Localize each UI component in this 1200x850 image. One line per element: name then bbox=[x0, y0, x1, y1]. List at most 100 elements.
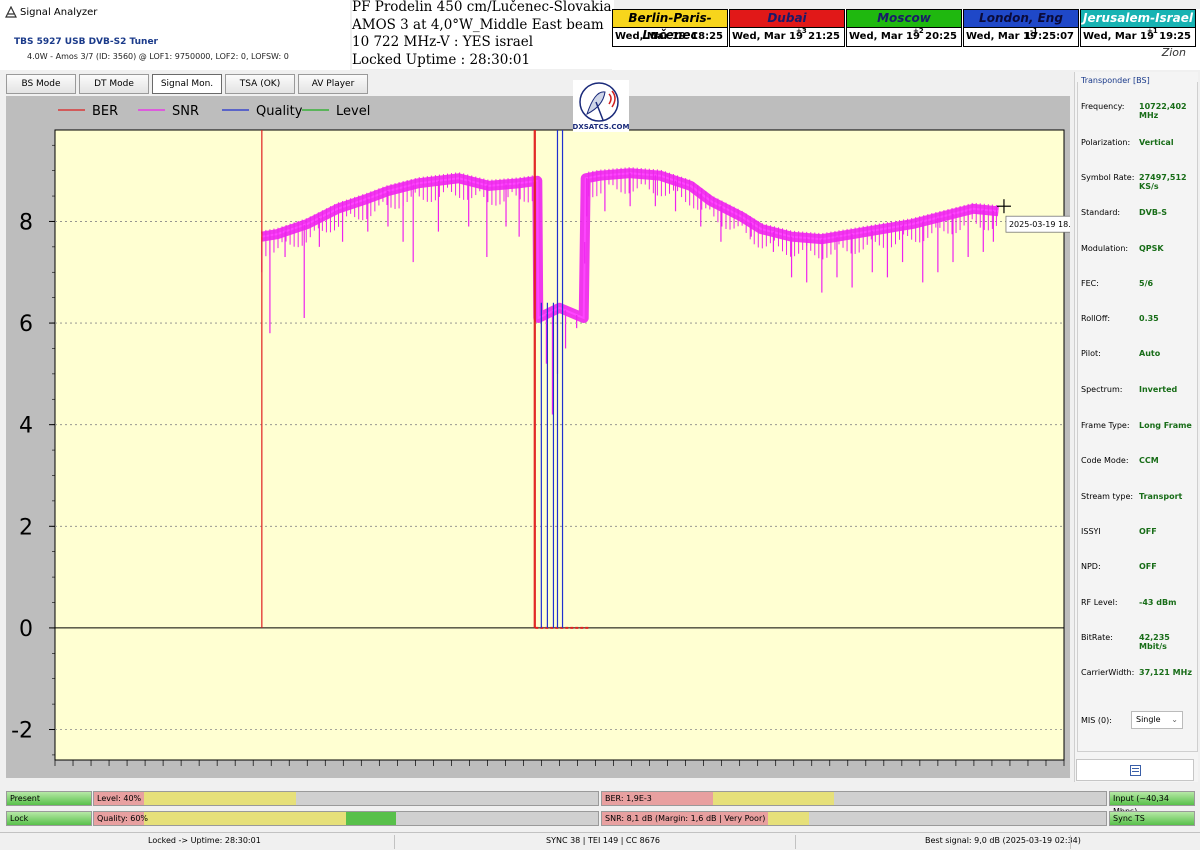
caption-line: PF Prodelin 450 cm/Lučenec-Slovakia bbox=[352, 0, 612, 15]
caption-line: 10 722 MHz-V : YES israel bbox=[352, 34, 534, 50]
param-value: -43 dBm bbox=[1139, 598, 1177, 607]
param-row: NPD: OFF bbox=[1081, 562, 1199, 576]
param-value: CCM bbox=[1139, 456, 1159, 465]
param-value: Long Frame bbox=[1139, 421, 1192, 430]
logo-text: DXSATCS.COM bbox=[573, 123, 629, 131]
param-label: RollOff: bbox=[1081, 314, 1111, 323]
param-value: Vertical bbox=[1139, 138, 1174, 147]
caption-line: Locked Uptime : 28:30:01 bbox=[352, 51, 531, 68]
tab-signal-monitor[interactable]: Signal Mon. bbox=[152, 74, 222, 94]
param-value: 10722,402 MHz bbox=[1139, 102, 1187, 120]
quality-meter: Quality: 60% bbox=[93, 811, 599, 826]
level-label: Level: 40% bbox=[97, 794, 142, 803]
param-label: Symbol Rate: bbox=[1081, 173, 1135, 182]
signal-chart[interactable]: 8 6 4 2 0 -2 BER SNR Quality Level 2025-03-19 18.2… bbox=[6, 96, 1070, 778]
tab-bs-mode[interactable]: BS Mode bbox=[6, 74, 76, 94]
clock-jerusalem: Jerusalem-Israel Wed, Mar 19 +1 19:25 bbox=[1080, 9, 1196, 47]
tuner-info: 4.0W - Amos 3/7 (ID: 3560) @ LOF1: 97500… bbox=[27, 52, 289, 61]
param-value: DVB-S bbox=[1139, 208, 1168, 217]
param-row: Polarization: Vertical bbox=[1081, 138, 1199, 152]
clock-berlin: Berlin-Paris-Lučenec Wed, Mar 19 18:25 bbox=[612, 9, 728, 47]
station-caption: PF Prodelin 450 cm/Lučenec-Slovakia AMOS… bbox=[352, 0, 614, 69]
param-row: ISSYI OFF bbox=[1081, 527, 1199, 541]
transponder-panel: Transponder [BS] Frequency: 10722,402 MHz… bbox=[1074, 72, 1198, 782]
param-row: Symbol Rate: 27497,512 KS/s bbox=[1081, 173, 1199, 191]
param-row: Standard: DVB-S bbox=[1081, 208, 1199, 222]
param-value: QPSK bbox=[1139, 244, 1164, 253]
param-value: 27497,512 KS/s bbox=[1139, 173, 1187, 191]
chart-svg: 8 6 4 2 0 -2 BER SNR Quality Level 2025-03-19 18.2… bbox=[6, 96, 1070, 778]
title-area: Signal Analyzer TBS 5927 USB DVB-S2 Tune… bbox=[0, 0, 350, 70]
param-row: Spectrum: Inverted bbox=[1081, 385, 1199, 399]
param-row: FEC: 5/6 bbox=[1081, 279, 1199, 293]
param-value: 0.35 bbox=[1139, 314, 1159, 323]
param-value: OFF bbox=[1139, 562, 1157, 571]
clock-date: Wed, Mar 19 bbox=[849, 31, 920, 42]
legend-label-level: Level bbox=[336, 104, 370, 119]
param-label: Modulation: bbox=[1081, 244, 1129, 253]
satellite-dish-icon: DXSATCS.COM bbox=[573, 82, 629, 131]
param-label: Spectrum: bbox=[1081, 385, 1123, 394]
clock-city: Berlin-Paris-Lučenec bbox=[612, 9, 728, 42]
mis-select[interactable]: Single ⌄ bbox=[1131, 711, 1183, 729]
tab-dt-mode[interactable]: DT Mode bbox=[79, 74, 149, 94]
param-label: Code Mode: bbox=[1081, 456, 1129, 465]
clock-date: Wed, Mar 19 bbox=[1083, 31, 1154, 42]
param-value: Transport bbox=[1139, 492, 1183, 501]
panel-menu-button[interactable] bbox=[1076, 759, 1194, 781]
ber-label: BER: 1,9E-3 bbox=[605, 794, 652, 803]
legend-label-quality: Quality bbox=[256, 104, 303, 119]
ber-meter: BER: 1,9E-3 bbox=[601, 791, 1107, 806]
y-tick-label: 0 bbox=[19, 617, 33, 642]
param-row: RF Level: -43 dBm bbox=[1081, 598, 1199, 612]
signature: Zion bbox=[1161, 46, 1186, 59]
tuner-name: TBS 5927 USB DVB-S2 Tuner bbox=[14, 37, 158, 47]
clock-london: London, Eng Wed, Mar 19 -1 17:25:07 bbox=[963, 9, 1079, 47]
clock-moscow: Moscow Wed, Mar 19 +2 20:25 bbox=[846, 9, 962, 47]
app-icon bbox=[5, 6, 17, 18]
legend-label-ber: BER bbox=[92, 104, 118, 119]
param-label: Standard: bbox=[1081, 208, 1121, 217]
param-row: RollOff: 0.35 bbox=[1081, 314, 1199, 328]
param-label: BitRate: bbox=[1081, 633, 1113, 642]
legend-label-snr: SNR bbox=[172, 104, 199, 119]
param-label: RF Level: bbox=[1081, 598, 1118, 607]
clock-offset: +3 bbox=[796, 27, 807, 35]
sync-indicator: Sync TS bbox=[1109, 811, 1195, 826]
param-value: 5/6 bbox=[1139, 279, 1154, 288]
clock-time: 21:25 bbox=[808, 31, 840, 42]
caption-line: AMOS 3 at 4,0°W_Middle East beam bbox=[352, 16, 604, 33]
clock-date: Wed, Mar 19 bbox=[732, 31, 803, 42]
param-label: NPD: bbox=[1081, 562, 1101, 571]
param-label: Stream type: bbox=[1081, 492, 1134, 501]
best-signal-text: Best signal: 9,0 dB (2025-03-19 02:34) bbox=[925, 836, 1081, 845]
y-tick-label: 2 bbox=[19, 515, 33, 540]
param-label: FEC: bbox=[1081, 279, 1099, 288]
y-tick-label: -2 bbox=[11, 719, 33, 744]
y-tick-label: 4 bbox=[19, 414, 33, 439]
param-value: 37,121 MHz bbox=[1139, 668, 1192, 677]
signal-analyzer-window: Signal Analyzer TBS 5927 USB DVB-S2 Tune… bbox=[0, 0, 1200, 850]
level-meter: Level: 40% bbox=[93, 791, 599, 806]
param-value: OFF bbox=[1139, 527, 1157, 536]
status-bar: Locked -> Uptime: 28:30:01 SYNC 38 | TEI… bbox=[0, 832, 1200, 850]
window-title: Signal Analyzer bbox=[20, 7, 98, 18]
world-clocks: Berlin-Paris-Lučenec Wed, Mar 19 18:25 Du… bbox=[612, 9, 1200, 70]
list-icon bbox=[1130, 765, 1141, 776]
clock-time: 20:25 bbox=[925, 31, 957, 42]
param-label: Frequency: bbox=[1081, 102, 1125, 111]
uptime-text: Locked -> Uptime: 28:30:01 bbox=[148, 836, 261, 845]
param-label: Polarization: bbox=[1081, 138, 1131, 147]
dxsatcs-logo: DXSATCS.COM bbox=[573, 80, 629, 132]
clock-city: Dubai bbox=[729, 9, 845, 28]
mis-select-value: Single bbox=[1136, 715, 1161, 724]
param-row: Frame Type: Long Frame bbox=[1081, 421, 1199, 435]
present-indicator: Present bbox=[6, 791, 92, 806]
tab-tsa[interactable]: TSA (OK) bbox=[225, 74, 295, 94]
param-label: Frame Type: bbox=[1081, 421, 1130, 430]
param-value: Auto bbox=[1139, 349, 1161, 358]
tab-av-player[interactable]: AV Player bbox=[298, 74, 368, 94]
param-label: CarrierWidth: bbox=[1081, 668, 1135, 677]
param-row: CarrierWidth: 37,121 MHz bbox=[1081, 668, 1199, 682]
y-tick-label: 6 bbox=[19, 312, 33, 337]
